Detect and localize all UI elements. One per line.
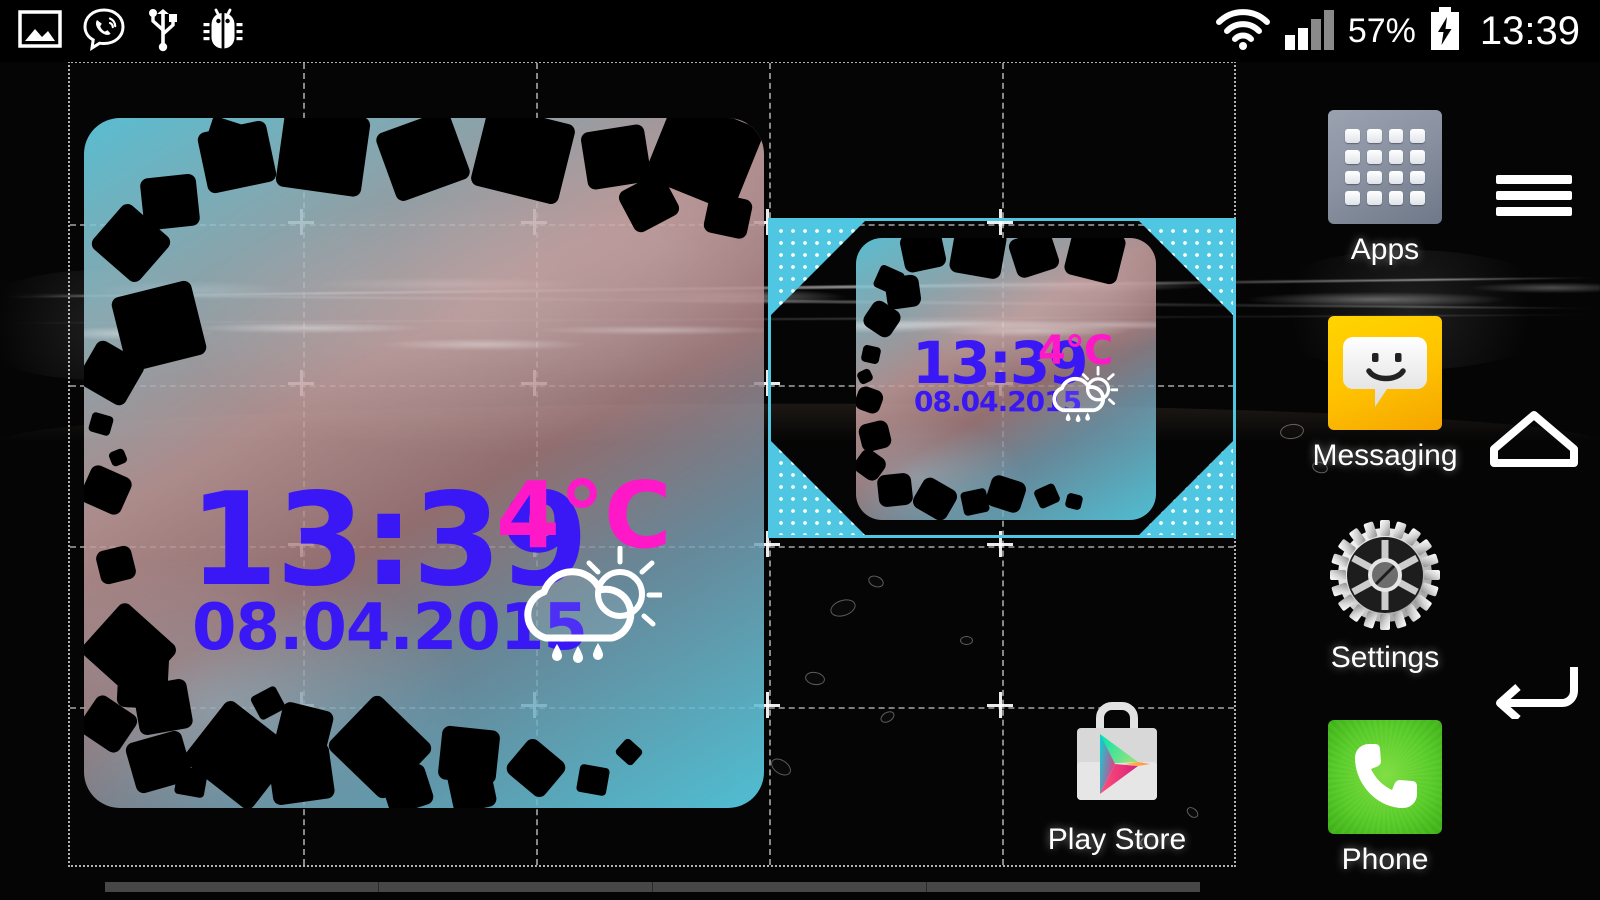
menu-hamburger-icon[interactable] — [1496, 168, 1572, 223]
home-icon-messaging[interactable]: Messaging — [1300, 316, 1470, 473]
viber-call-icon — [82, 7, 126, 56]
gallery-image-icon — [18, 9, 62, 53]
play-store-bag-icon[interactable] — [1060, 700, 1174, 814]
apps-grid-icon[interactable] — [1328, 110, 1442, 224]
home-icon-apps[interactable]: Apps — [1300, 110, 1470, 267]
cloud-sun-rain-icon — [1042, 366, 1119, 429]
home-screen: 57% 13:39 13:39 4°C 08.04.2015 13:39 4°C… — [0, 0, 1600, 900]
status-bar[interactable]: 57% 13:39 — [0, 0, 1600, 62]
selection-handle-bottom-left[interactable] — [771, 441, 865, 535]
back-arrow-icon[interactable] — [1488, 657, 1580, 724]
message-bubble-icon[interactable] — [1328, 316, 1442, 430]
battery-percent-label: 57% — [1347, 12, 1416, 50]
home-icon-phone[interactable]: Phone — [1300, 720, 1470, 877]
nav-menu-button[interactable] — [1486, 160, 1582, 230]
home-icon-messaging-label: Messaging — [1312, 439, 1458, 472]
home-icon-settings[interactable]: Settings — [1300, 518, 1470, 675]
home-icon-phone-label: Phone — [1341, 843, 1429, 876]
widget-preview-temperature: 4°C — [1038, 328, 1113, 374]
battery-charging-icon — [1428, 6, 1462, 57]
home-icon-playstore[interactable]: Play Store — [1032, 700, 1202, 857]
cloud-sun-rain-icon — [502, 545, 664, 671]
wifi-icon — [1214, 7, 1272, 56]
home-house-icon[interactable] — [1489, 407, 1579, 474]
home-icon-settings-label: Settings — [1330, 641, 1440, 674]
phone-handset-icon[interactable] — [1328, 720, 1442, 834]
home-icon-playstore-label: Play Store — [1047, 823, 1187, 856]
nav-home-button[interactable] — [1486, 405, 1582, 475]
home-icon-apps-label: Apps — [1350, 233, 1420, 266]
usb-icon — [146, 6, 180, 57]
status-bar-clock: 13:39 — [1479, 9, 1580, 53]
gear-icon[interactable] — [1328, 518, 1442, 632]
clock-weather-widget-preview[interactable]: 13:39 4°C 08.04.2015 — [856, 238, 1156, 520]
status-bar-right-indicators: 57% 13:39 — [1214, 6, 1600, 57]
clock-weather-widget-main[interactable]: 13:39 4°C 08.04.2015 — [84, 118, 764, 808]
nav-back-button[interactable] — [1486, 655, 1582, 725]
debug-bug-icon — [200, 7, 246, 56]
page-indicator-bar[interactable] — [105, 882, 1200, 892]
selection-handle-top-left[interactable] — [771, 221, 865, 315]
signal-bars-icon — [1284, 7, 1336, 56]
status-bar-left-icons — [0, 6, 246, 57]
